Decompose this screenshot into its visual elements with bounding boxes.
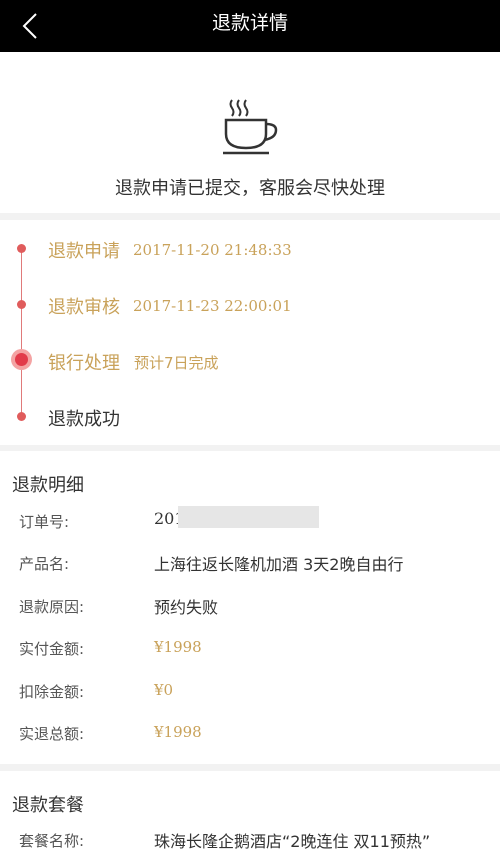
row-value: ¥1998 bbox=[154, 723, 202, 741]
step-note: 预计7日完成 bbox=[134, 354, 219, 372]
row-value: ¥1998 bbox=[154, 638, 202, 656]
row-key: 订单号: bbox=[19, 513, 70, 531]
timeline-dot bbox=[17, 300, 26, 309]
detail-row: 扣除金额: ¥0 bbox=[0, 679, 500, 703]
section-title: 退款明细 bbox=[12, 475, 84, 496]
row-value: 预约失败 bbox=[154, 598, 219, 617]
step-time: 2017-11-20 21:48:33 bbox=[133, 241, 292, 259]
status-hero: 退款申请已提交，客服会尽快处理 bbox=[0, 52, 500, 213]
timeline-step: 退款申请 2017-11-20 21:48:33 bbox=[0, 233, 500, 263]
timeline-step: 银行处理 预计7日完成 bbox=[0, 345, 500, 375]
timeline-step: 退款成功 bbox=[0, 401, 500, 431]
step-label: 银行处理 bbox=[48, 353, 120, 374]
timeline-dot bbox=[17, 244, 26, 253]
row-key: 实退总额: bbox=[19, 725, 85, 743]
row-key: 退款原因: bbox=[19, 598, 85, 616]
section-title: 退款套餐 bbox=[12, 795, 84, 816]
timeline-step: 退款审核 2017-11-23 22:00:01 bbox=[0, 289, 500, 319]
detail-row: 实付金额: ¥1998 bbox=[0, 636, 500, 660]
detail-row: 订单号: 201 bbox=[0, 506, 500, 533]
refund-package-section: 退款套餐 套餐名称: 珠海长隆企鹅酒店“2晚连住 双11预热” bbox=[0, 771, 500, 857]
refund-timeline: 退款申请 2017-11-20 21:48:33 退款审核 2017-11-23… bbox=[0, 220, 500, 445]
step-label: 退款审核 bbox=[48, 297, 120, 318]
timeline-dot bbox=[17, 412, 26, 421]
row-key: 产品名: bbox=[19, 555, 70, 573]
status-message: 退款申请已提交，客服会尽快处理 bbox=[115, 178, 385, 199]
row-key: 扣除金额: bbox=[19, 683, 85, 701]
row-key: 实付金额: bbox=[19, 640, 85, 658]
detail-row: 实退总额: ¥1998 bbox=[0, 721, 500, 745]
page-title: 退款详情 bbox=[211, 12, 288, 34]
detail-row: 产品名: 上海往返长隆机加酒 3天2晚自由行 bbox=[0, 551, 500, 575]
nav-bar: 退款详情 bbox=[0, 0, 500, 52]
coffee-cup-icon bbox=[223, 99, 278, 155]
step-label: 退款成功 bbox=[48, 409, 120, 430]
row-value: 上海往返长隆机加酒 3天2晚自由行 bbox=[154, 555, 404, 574]
row-value: ¥0 bbox=[154, 681, 174, 699]
row-key: 套餐名称: bbox=[19, 832, 85, 850]
redacted-block bbox=[178, 506, 319, 528]
timeline-line bbox=[21, 248, 22, 416]
row-value: 珠海长隆企鹅酒店“2晚连住 双11预热” bbox=[154, 832, 431, 851]
step-time: 2017-11-23 22:00:01 bbox=[133, 297, 292, 315]
step-label: 退款申请 bbox=[48, 241, 120, 262]
refund-detail-section: 退款明细 订单号: 201 产品名: 上海往返长隆机加酒 3天2晚自由行 退款原… bbox=[0, 451, 500, 764]
timeline-dot-current bbox=[11, 349, 32, 370]
detail-row: 退款原因: 预约失败 bbox=[0, 594, 500, 618]
detail-row: 套餐名称: 珠海长隆企鹅酒店“2晚连住 双11预热” bbox=[0, 828, 500, 852]
